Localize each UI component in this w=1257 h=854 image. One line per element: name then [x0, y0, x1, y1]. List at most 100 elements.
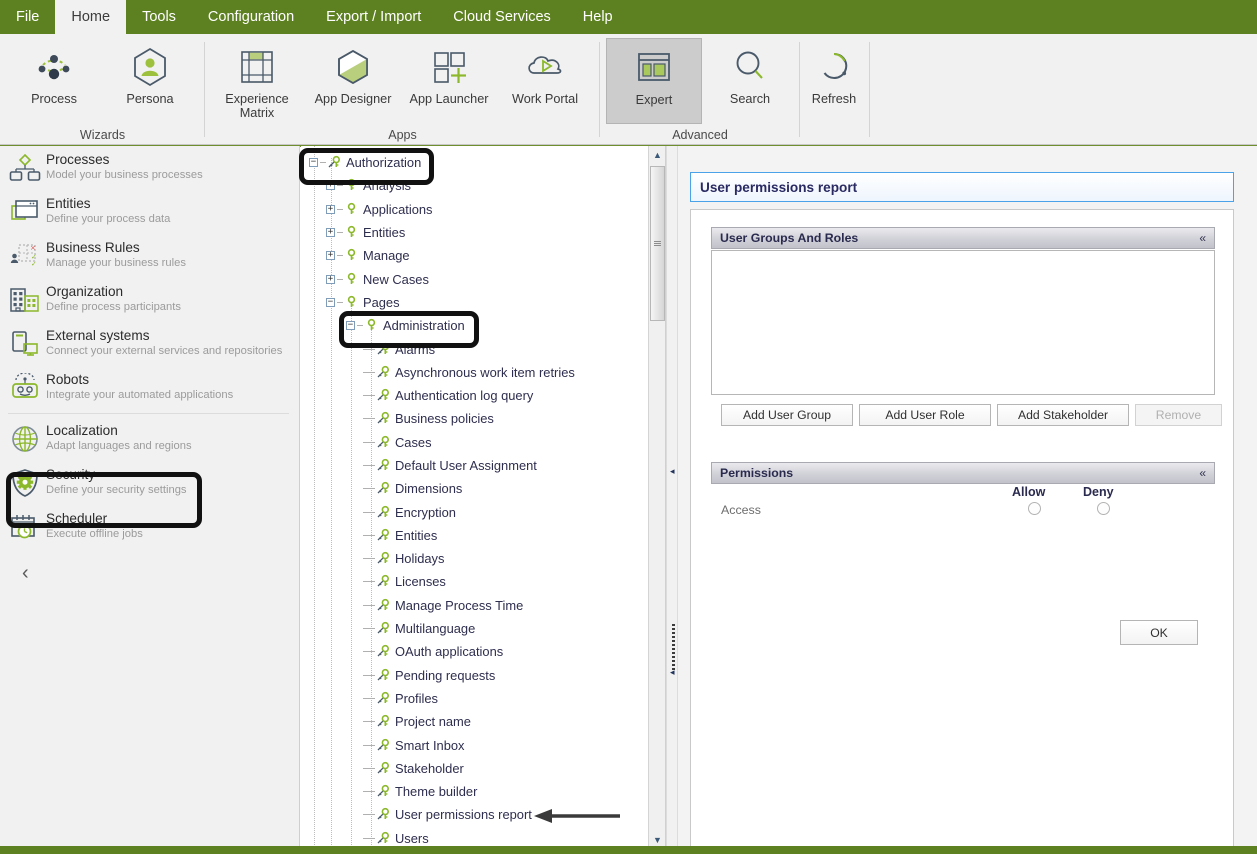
tree-node-users[interactable]: Users — [301, 827, 646, 848]
chevron-up-icon[interactable]: « — [1199, 466, 1206, 480]
ribbon-button-refresh[interactable]: Refresh — [800, 38, 868, 124]
tree-toggle-plus[interactable]: + — [326, 251, 335, 261]
tree-node-pages[interactable]: − Pages — [301, 291, 646, 314]
tree-node-dimensions[interactable]: Dimensions — [301, 477, 646, 500]
tree-toggle-plus[interactable]: + — [326, 228, 335, 238]
ribbon-group-separator — [869, 42, 870, 137]
ribbon-group-refresh: Refresh — [800, 34, 870, 145]
tree-toggle-minus[interactable]: − — [309, 158, 318, 168]
splitter-grip[interactable] — [672, 624, 675, 670]
tree-node-alarms[interactable]: Alarms — [301, 337, 646, 360]
ribbon-button-work-portal[interactable]: Work Portal — [497, 38, 593, 124]
tree-node-encryption[interactable]: Encryption — [301, 500, 646, 523]
tree-toggle-plus[interactable]: + — [326, 274, 335, 284]
tree-node-oauth-applications[interactable]: OAuth applications — [301, 640, 646, 663]
section-header-user-groups-and-roles[interactable]: User Groups And Roles « — [711, 227, 1215, 249]
key-permission-icon — [376, 365, 391, 380]
tree-node-label: Entities — [363, 225, 406, 241]
permission-allow-radio-access[interactable] — [1028, 502, 1041, 515]
tree-node-project-name[interactable]: Project name — [301, 710, 646, 733]
tree-node-analysis[interactable]: + Analysis — [301, 174, 646, 197]
tree-vertical-scrollbar[interactable]: ▲ ▼ — [648, 146, 665, 848]
tree-node-profiles[interactable]: Profiles — [301, 687, 646, 710]
permission-deny-radio-access[interactable] — [1097, 502, 1110, 515]
user-groups-button-row: Add User Group Add User Role Add Stakeho… — [721, 404, 1222, 426]
tree-node-label: Asynchronous work item retries — [395, 364, 575, 380]
tree-node-smart-inbox[interactable]: Smart Inbox — [301, 733, 646, 756]
sidebar-collapse-button[interactable]: ‹ — [0, 549, 299, 583]
panel-splitter[interactable]: ◂ ◂ — [666, 146, 678, 848]
sidebar-item-external-systems[interactable]: External systems Connect your external s… — [0, 322, 299, 366]
tree-node-licenses[interactable]: Licenses — [301, 570, 646, 593]
sidebar-item-scheduler[interactable]: Scheduler Execute offline jobs — [0, 505, 299, 549]
add-user-role-button[interactable]: Add User Role — [859, 404, 991, 426]
sidebar-item-organization[interactable]: Organization Define process participants — [0, 278, 299, 322]
ribbon-button-app-launcher[interactable]: App Launcher — [401, 38, 497, 124]
sidebar-item-subtitle: Define your process data — [46, 213, 171, 225]
tree-node-label: Licenses — [395, 574, 446, 590]
chevron-up-icon[interactable]: « — [1199, 231, 1206, 245]
tree-toggle-plus[interactable]: + — [326, 204, 335, 214]
tree-node-applications[interactable]: + Applications — [301, 198, 646, 221]
ribbon-button-label: Persona — [126, 92, 174, 106]
svg-text:✓: ✓ — [31, 260, 37, 268]
ribbon-button-process[interactable]: Process — [6, 38, 102, 124]
scrollbar-thumb[interactable] — [650, 166, 665, 321]
scroll-up-arrow-icon[interactable]: ▲ — [649, 146, 665, 163]
ribbon-button-search[interactable]: Search — [702, 38, 798, 124]
panel-title-field[interactable]: User permissions report — [690, 172, 1234, 202]
sidebar-item-title: Scheduler — [46, 511, 108, 526]
tab-file[interactable]: File — [0, 0, 55, 34]
tree-toggle-minus[interactable]: − — [326, 297, 335, 307]
persona-hexagon-icon — [130, 44, 170, 90]
tree-node-new-cases[interactable]: + New Cases — [301, 267, 646, 290]
sidebar-item-processes[interactable]: Processes Model your business processes — [0, 146, 299, 190]
tree-node-multilanguage[interactable]: Multilanguage — [301, 617, 646, 640]
tab-help[interactable]: Help — [567, 0, 629, 34]
tree-node-business-policies[interactable]: Business policies — [301, 407, 646, 430]
shield-gear-icon — [8, 466, 42, 500]
sidebar-item-localization[interactable]: Localization Adapt languages and regions — [0, 417, 299, 461]
tab-cloud-services[interactable]: Cloud Services — [437, 0, 567, 34]
section-header-permissions[interactable]: Permissions « — [711, 462, 1215, 484]
tab-home[interactable]: Home — [55, 0, 127, 34]
sidebar-item-entities[interactable]: Entities Define your process data — [0, 190, 299, 234]
ribbon-button-label: Refresh — [811, 92, 857, 106]
ribbon-button-experience-matrix[interactable]: Experience Matrix — [209, 38, 305, 124]
sidebar-item-business-rules[interactable]: × ✓ ✓ Business Rules Manage your busines… — [0, 234, 299, 278]
tree-node-authentication-log-query[interactable]: Authentication log query — [301, 384, 646, 407]
sidebar-divider — [8, 413, 289, 414]
sidebar-item-title: External systems — [46, 328, 150, 343]
sidebar-item-robots[interactable]: Robots Integrate your automated applicat… — [0, 366, 299, 410]
ok-button[interactable]: OK — [1120, 620, 1198, 645]
tree-node-authorization[interactable]: − Authorization — [301, 151, 646, 174]
tab-configuration[interactable]: Configuration — [192, 0, 310, 34]
tree-node-theme-builder[interactable]: Theme builder — [301, 780, 646, 803]
tree-toggle-plus[interactable]: + — [326, 181, 335, 191]
tree-node-asynchronous-work-item-retries[interactable]: Asynchronous work item retries — [301, 361, 646, 384]
tree-node-cases[interactable]: Cases — [301, 431, 646, 454]
tree-node-pending-requests[interactable]: Pending requests — [301, 664, 646, 687]
tree-node-manage-process-time[interactable]: Manage Process Time — [301, 594, 646, 617]
splitter-collapse-left-icon[interactable]: ◂ — [670, 466, 675, 477]
add-user-group-button[interactable]: Add User Group — [721, 404, 853, 426]
user-groups-and-roles-list[interactable] — [711, 250, 1215, 395]
permission-row-label-access: Access — [721, 503, 761, 517]
sidebar-item-security[interactable]: Security Define your security settings — [0, 461, 299, 505]
tree-node-manage[interactable]: + Manage — [301, 244, 646, 267]
ribbon-button-persona[interactable]: Persona — [102, 38, 198, 124]
tree-node-entities[interactable]: + Entities — [301, 221, 646, 244]
tree-node-default-user-assignment[interactable]: Default User Assignment — [301, 454, 646, 477]
splitter-collapse-left-icon-2[interactable]: ◂ — [670, 667, 675, 678]
tab-tools[interactable]: Tools — [126, 0, 192, 34]
tree-node-administration[interactable]: − Administration — [301, 314, 646, 337]
tree-node-user-permissions-report[interactable]: User permissions report — [301, 803, 646, 826]
tree-node-holidays[interactable]: Holidays — [301, 547, 646, 570]
tree-toggle-minus[interactable]: − — [346, 321, 355, 331]
tree-node-entities-leaf[interactable]: Entities — [301, 524, 646, 547]
ribbon-button-expert[interactable]: Expert — [606, 38, 702, 124]
ribbon-button-app-designer[interactable]: App Designer — [305, 38, 401, 124]
tree-node-stakeholder[interactable]: Stakeholder — [301, 757, 646, 780]
tab-export-import[interactable]: Export / Import — [310, 0, 437, 34]
add-stakeholder-button[interactable]: Add Stakeholder — [997, 404, 1129, 426]
